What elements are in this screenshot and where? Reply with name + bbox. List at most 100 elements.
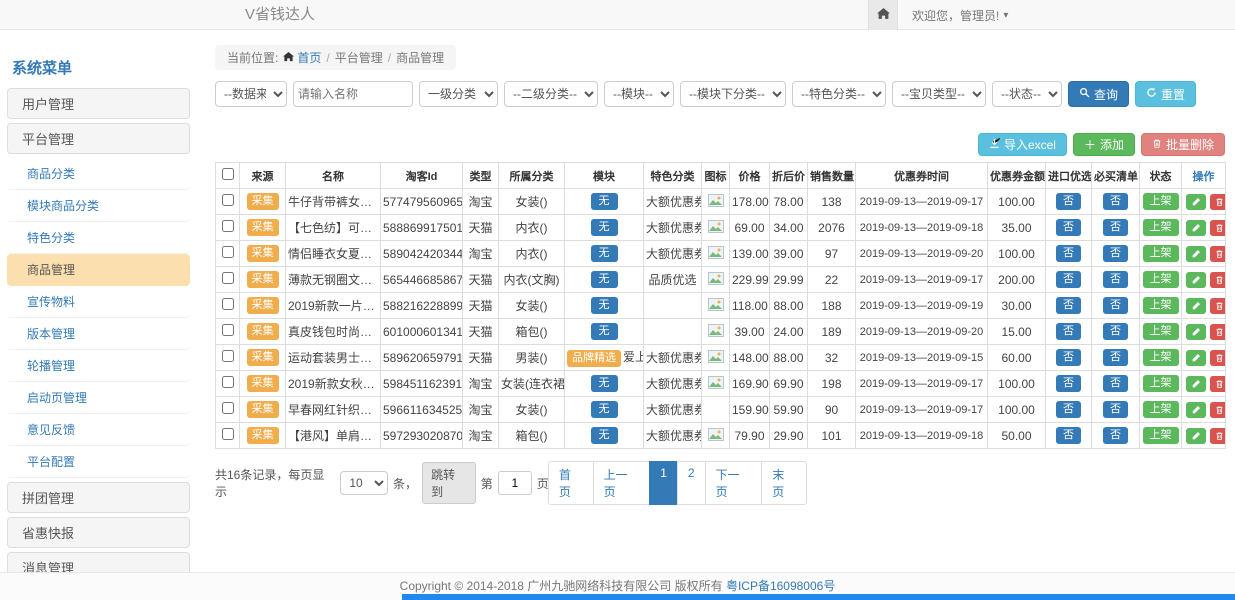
add-button[interactable]: ＋ 添加: [1073, 133, 1135, 156]
delete-button[interactable]: [1210, 428, 1226, 444]
delete-button[interactable]: [1210, 298, 1226, 314]
sidebar-submenu-item[interactable]: 平台配置: [7, 446, 190, 478]
page-button[interactable]: 上一页: [593, 461, 651, 505]
status-button[interactable]: 上架: [1143, 323, 1179, 340]
must-buy-toggle[interactable]: 否: [1103, 245, 1128, 262]
status-button[interactable]: 上架: [1143, 193, 1179, 210]
row-checkbox[interactable]: [222, 428, 234, 440]
sidebar-panel[interactable]: 平台管理: [7, 123, 190, 154]
filter-select[interactable]: --模块下分类--: [680, 81, 786, 107]
row-checkbox[interactable]: [222, 220, 234, 232]
sidebar-submenu-item[interactable]: 特色分类: [7, 222, 190, 254]
must-buy-toggle[interactable]: 否: [1103, 193, 1128, 210]
must-buy-toggle[interactable]: 否: [1103, 297, 1128, 314]
page-button[interactable]: 首页: [548, 461, 594, 505]
status-button[interactable]: 上架: [1143, 245, 1179, 262]
page-button[interactable]: 下一页: [705, 461, 763, 505]
sidebar-submenu-item[interactable]: 宣传物料: [7, 286, 190, 318]
must-buy-toggle[interactable]: 否: [1103, 271, 1128, 288]
sidebar-submenu-item[interactable]: 启动页管理: [7, 382, 190, 414]
must-buy-toggle[interactable]: 否: [1103, 375, 1128, 392]
sidebar-panel[interactable]: 消息管理: [7, 552, 190, 572]
edit-button[interactable]: [1186, 376, 1206, 392]
import-excel-button[interactable]: 导入excel: [978, 133, 1067, 156]
sidebar-panel[interactable]: 拼团管理: [7, 482, 190, 513]
must-buy-toggle[interactable]: 否: [1103, 401, 1128, 418]
sidebar-submenu-item[interactable]: 商品管理: [7, 254, 190, 286]
jump-button[interactable]: 跳转到: [422, 462, 476, 504]
delete-button[interactable]: [1210, 402, 1226, 418]
page-number-input[interactable]: [498, 471, 532, 495]
edit-button[interactable]: [1186, 350, 1206, 366]
row-checkbox[interactable]: [222, 194, 234, 206]
edit-button[interactable]: [1186, 324, 1206, 340]
row-checkbox[interactable]: [222, 246, 234, 258]
page-button[interactable]: 1: [649, 461, 678, 505]
filter-select[interactable]: --状态--: [992, 81, 1062, 107]
filter-select[interactable]: 一级分类: [419, 81, 498, 107]
icp-link[interactable]: 粤ICP备16098006号: [726, 579, 835, 593]
delete-button[interactable]: [1210, 194, 1226, 210]
delete-button[interactable]: [1210, 246, 1226, 262]
import-select-toggle[interactable]: 否: [1056, 271, 1081, 288]
batch-delete-button[interactable]: 批量删除: [1141, 133, 1225, 156]
delete-button[interactable]: [1210, 350, 1226, 366]
import-select-toggle[interactable]: 否: [1056, 297, 1081, 314]
import-select-toggle[interactable]: 否: [1056, 349, 1081, 366]
import-select-toggle[interactable]: 否: [1056, 323, 1081, 340]
sidebar-panel[interactable]: 用户管理: [7, 88, 190, 119]
edit-button[interactable]: [1186, 246, 1206, 262]
edit-button[interactable]: [1186, 428, 1206, 444]
status-button[interactable]: 上架: [1143, 271, 1179, 288]
per-page-select[interactable]: 10: [340, 471, 388, 495]
must-buy-toggle[interactable]: 否: [1103, 349, 1128, 366]
select-all-checkbox[interactable]: [222, 168, 234, 180]
sidebar-submenu-item[interactable]: 轮播管理: [7, 350, 190, 382]
edit-button[interactable]: [1186, 298, 1206, 314]
status-button[interactable]: 上架: [1143, 401, 1179, 418]
import-select-toggle[interactable]: 否: [1056, 375, 1081, 392]
import-select-toggle[interactable]: 否: [1056, 427, 1081, 444]
row-checkbox[interactable]: [222, 376, 234, 388]
filter-select[interactable]: --宝贝类型--: [892, 81, 986, 107]
must-buy-toggle[interactable]: 否: [1103, 427, 1128, 444]
row-checkbox[interactable]: [222, 324, 234, 336]
status-button[interactable]: 上架: [1143, 219, 1179, 236]
delete-button[interactable]: [1210, 272, 1226, 288]
breadcrumb-item[interactable]: 商品管理: [396, 49, 444, 66]
page-button[interactable]: 末页: [761, 461, 807, 505]
must-buy-toggle[interactable]: 否: [1103, 323, 1128, 340]
edit-button[interactable]: [1186, 194, 1206, 210]
page-button[interactable]: 2: [677, 461, 706, 505]
home-button[interactable]: [868, 0, 898, 30]
status-button[interactable]: 上架: [1143, 375, 1179, 392]
breadcrumb-home-link[interactable]: 首页: [283, 49, 321, 66]
row-checkbox[interactable]: [222, 272, 234, 284]
status-button[interactable]: 上架: [1143, 297, 1179, 314]
import-select-toggle[interactable]: 否: [1056, 219, 1081, 236]
delete-button[interactable]: [1210, 376, 1226, 392]
sidebar-submenu-item[interactable]: 商品分类: [7, 158, 190, 190]
import-select-toggle[interactable]: 否: [1056, 401, 1081, 418]
import-select-toggle[interactable]: 否: [1056, 193, 1081, 210]
search-button[interactable]: 查询: [1068, 81, 1129, 107]
sidebar-panel[interactable]: 省惠快报: [7, 517, 190, 548]
sidebar-submenu-item[interactable]: 意见反馈: [7, 414, 190, 446]
row-checkbox[interactable]: [222, 298, 234, 310]
name-search-input[interactable]: [293, 81, 413, 107]
reset-button[interactable]: 重置: [1135, 81, 1196, 107]
filter-select[interactable]: --特色分类--: [792, 81, 886, 107]
delete-button[interactable]: [1210, 324, 1226, 340]
sidebar-submenu-item[interactable]: 版本管理: [7, 318, 190, 350]
edit-button[interactable]: [1186, 402, 1206, 418]
sidebar-submenu-item[interactable]: 模块商品分类: [7, 190, 190, 222]
status-button[interactable]: 上架: [1143, 427, 1179, 444]
user-menu[interactable]: 欢迎您，管理员! ▾: [898, 0, 1022, 30]
filter-select[interactable]: --二级分类--: [504, 81, 598, 107]
delete-button[interactable]: [1210, 220, 1226, 236]
data-source-select[interactable]: --数据来源--: [215, 81, 287, 107]
edit-button[interactable]: [1186, 220, 1206, 236]
breadcrumb-item[interactable]: 平台管理: [335, 49, 383, 66]
row-checkbox[interactable]: [222, 350, 234, 362]
bottom-scrollbar[interactable]: [402, 594, 1235, 600]
